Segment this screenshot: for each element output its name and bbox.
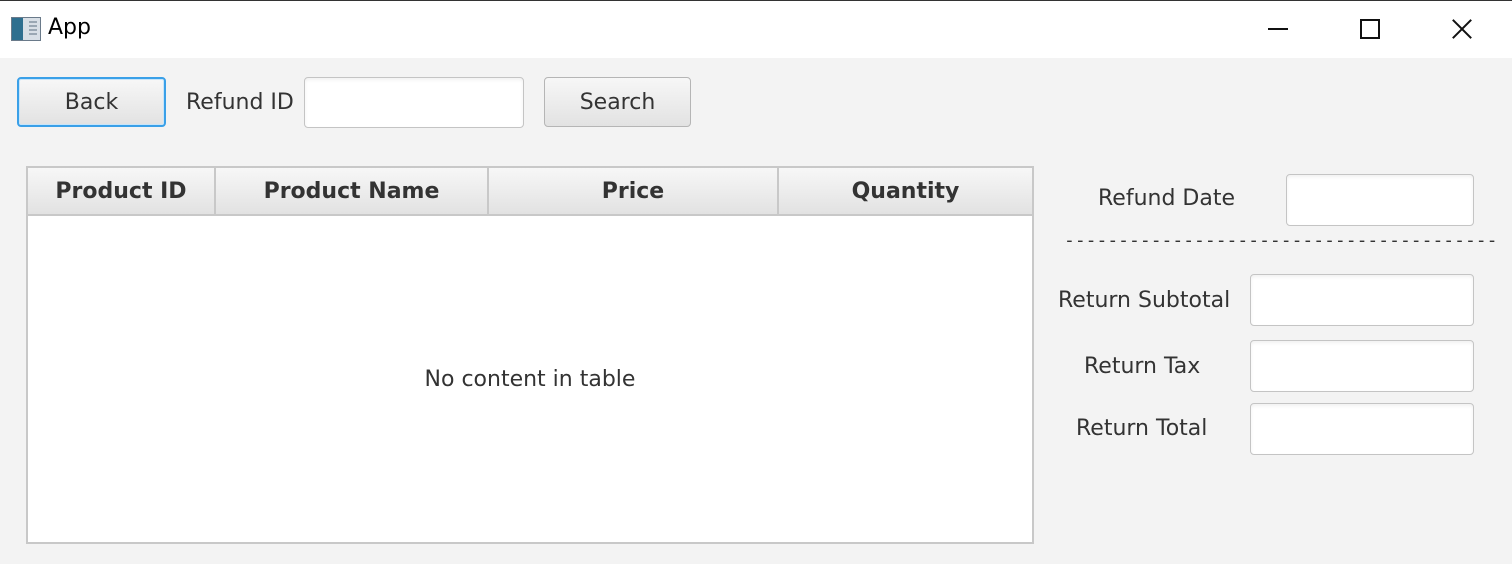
table-header: Product ID Product Name Price Quantity [28,168,1032,216]
back-button[interactable]: Back [17,77,166,127]
refund-date-label: Refund Date [1098,186,1236,211]
window-titlebar: App [0,0,1512,58]
close-button[interactable] [1416,1,1508,57]
maximize-button[interactable] [1324,1,1416,57]
minimize-button[interactable] [1232,1,1324,57]
search-button[interactable]: Search [544,77,691,127]
column-header-product-id[interactable]: Product ID [28,168,216,214]
return-subtotal-label: Return Subtotal [1058,288,1231,313]
maximize-icon [1360,19,1380,39]
column-header-product-name[interactable]: Product Name [216,168,489,214]
close-icon [1451,18,1473,40]
window-title: App [48,15,91,40]
refund-id-input[interactable] [304,77,524,128]
summary-separator: ---------------------------------------- [1064,230,1498,251]
return-tax-label: Return Tax [1084,354,1201,379]
table-empty-placeholder: No content in table [424,366,636,392]
app-window-icon [11,17,41,41]
refund-date-field[interactable] [1286,174,1474,226]
return-total-label: Return Total [1076,416,1208,441]
products-table[interactable]: Product ID Product Name Price Quantity N… [26,166,1034,544]
refund-id-label: Refund ID [186,90,294,115]
column-header-price[interactable]: Price [489,168,779,214]
return-subtotal-field[interactable] [1250,274,1474,326]
return-tax-field[interactable] [1250,340,1474,392]
column-header-quantity[interactable]: Quantity [779,168,1032,214]
return-total-field[interactable] [1250,403,1474,455]
minimize-icon [1268,28,1288,30]
